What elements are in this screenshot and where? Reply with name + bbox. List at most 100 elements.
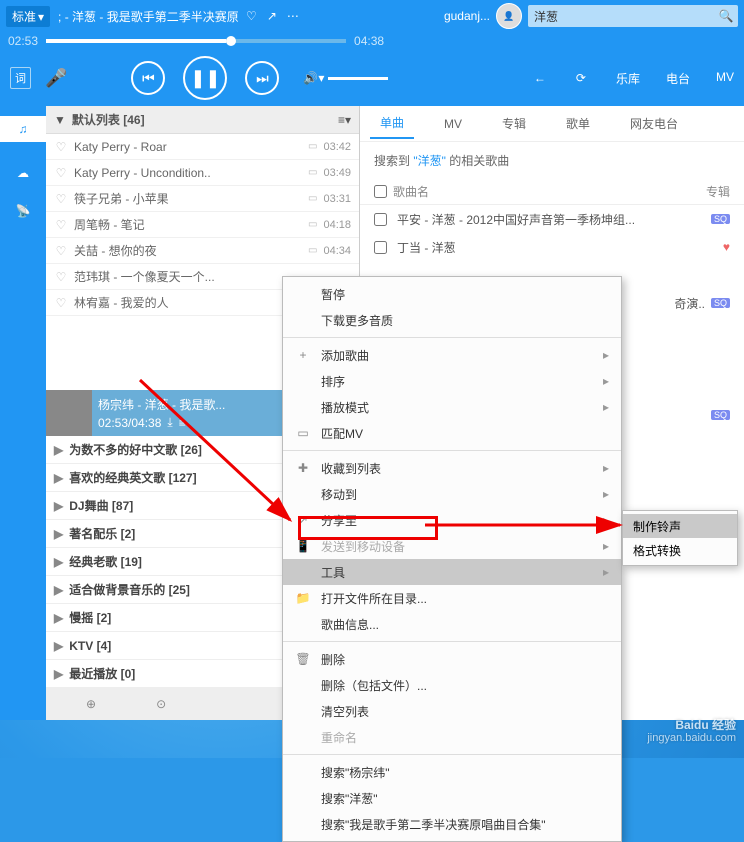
search-tab[interactable]: 歌单 [556, 109, 600, 138]
menu-item[interactable]: 播放模式▸ [283, 394, 621, 420]
left-rail: ♫ ☁ 📡 [0, 106, 46, 720]
add-playlist-icon[interactable]: ⊕ [86, 697, 96, 711]
avatar[interactable]: 👤 [496, 3, 522, 29]
result-row[interactable]: 丁当 - 洋葱♥ [374, 233, 730, 261]
rail-music-icon[interactable]: ♫ [0, 116, 46, 142]
select-all-checkbox[interactable] [374, 185, 387, 198]
karaoke-icon[interactable]: 🎤 [45, 68, 67, 89]
song-duration: 03:42 [323, 141, 351, 153]
next-button[interactable]: ⏭ [245, 61, 279, 95]
menu-item-label: 搜索"我是歌手第二季半决赛原唱曲目合集" [321, 816, 609, 833]
menu-item[interactable]: +添加歌曲▸ [283, 342, 621, 368]
menu-item-label: 添加歌曲 [321, 347, 593, 364]
menu-item[interactable]: 清空列表 [283, 698, 621, 724]
search-tab[interactable]: 网友电台 [620, 109, 688, 138]
volume-icon[interactable]: 🔊▾ [303, 71, 324, 85]
expand-icon[interactable]: ▶ [54, 443, 63, 457]
menu-item-icon: 📁 [295, 591, 311, 605]
time-total: 04:38 [354, 34, 384, 48]
mv-tag: ▭ [308, 219, 317, 230]
song-row[interactable]: ♡关喆 - 想你的夜▭04:34 [46, 238, 359, 264]
mv-tag: ▭ [308, 167, 317, 178]
submenu-item[interactable]: 格式转换 [623, 538, 737, 562]
volume-control: 🔊▾ [303, 71, 388, 85]
menu-item-label: 播放模式 [321, 399, 593, 416]
menu-item[interactable]: ✚收藏到列表▸ [283, 455, 621, 481]
song-row[interactable]: ♡周笔畅 - 笔记▭04:18 [46, 212, 359, 238]
volume-bar[interactable] [328, 77, 388, 80]
search-input[interactable] [528, 9, 714, 23]
now-playing-marquee: ; - 洋葱 - 我是歌手第二季半决赛原 [58, 8, 238, 25]
progress-bar[interactable] [46, 39, 346, 43]
username-label[interactable]: gudanj... [444, 9, 490, 23]
song-row[interactable]: ♡Katy Perry - Roar▭03:42 [46, 134, 359, 160]
menu-item[interactable]: 📁打开文件所在目录... [283, 585, 621, 611]
lyric-button[interactable]: 词 [10, 67, 31, 89]
tab-radio[interactable]: 电台 [666, 70, 690, 87]
nav-back[interactable]: ← [534, 71, 546, 85]
locate-icon[interactable]: ⊙ [156, 697, 166, 711]
fav-icon[interactable]: ♡ [54, 218, 68, 232]
menu-item[interactable]: 搜索"我是歌手第二季半决赛原唱曲目合集" [283, 811, 621, 837]
row-checkbox[interactable] [374, 213, 387, 226]
heart-icon[interactable]: ♡ [246, 9, 257, 23]
playlist-header[interactable]: ▼ 默认列表 [46] ≡▾ [46, 106, 359, 134]
share-icon[interactable]: ↗ [267, 9, 277, 23]
expand-icon[interactable]: ▶ [54, 667, 63, 681]
fav-icon[interactable]: ♡ [54, 166, 68, 180]
collapse-icon[interactable]: ▼ [54, 113, 66, 127]
prev-button[interactable]: ⏮ [131, 61, 165, 95]
pause-button[interactable]: ❚❚ [183, 56, 227, 100]
tab-mv[interactable]: MV [716, 70, 734, 87]
context-menu[interactable]: 暂停下载更多音质+添加歌曲▸排序▸播放模式▸▭匹配MV✚收藏到列表▸移动到▸↗分… [282, 276, 622, 842]
rail-radio-icon[interactable]: 📡 [16, 204, 31, 218]
result-row[interactable]: 平安 - 洋葱 - 2012中国好声音第一季杨坤组...SQ [374, 205, 730, 233]
search-tab[interactable]: MV [434, 111, 472, 137]
expand-icon[interactable]: ▶ [54, 499, 63, 513]
menu-item[interactable]: 歌曲信息... [283, 611, 621, 637]
submenu-arrow-icon: ▸ [603, 487, 609, 501]
menu-item[interactable]: 下载更多音质 [283, 307, 621, 333]
song-row[interactable]: ♡筷子兄弟 - 小苹果▭03:31 [46, 186, 359, 212]
hint-keyword: "洋葱" [413, 154, 446, 168]
expand-icon[interactable]: ▶ [54, 639, 63, 653]
expand-icon[interactable]: ▶ [54, 471, 63, 485]
menu-item[interactable]: 移动到▸ [283, 481, 621, 507]
menu-item[interactable]: 暂停 [283, 281, 621, 307]
watermark-main: Baidu 经验 [647, 719, 736, 732]
fav-icon[interactable]: ♡ [54, 270, 68, 284]
expand-icon[interactable]: ▶ [54, 555, 63, 569]
quality-button[interactable]: 标准 [6, 6, 50, 27]
submenu-label: 制作铃声 [633, 518, 681, 535]
menu-item[interactable]: 工具▸ [283, 559, 621, 585]
expand-icon[interactable]: ▶ [54, 527, 63, 541]
fav-icon[interactable]: ♡ [54, 296, 68, 310]
nav-reload[interactable]: ⟳ [576, 71, 586, 85]
hint-pre: 搜索到 [374, 154, 410, 168]
rail-cloud-icon[interactable]: ☁ [17, 166, 29, 180]
menu-item[interactable]: 删除（包括文件）... [283, 672, 621, 698]
menu-item[interactable]: 排序▸ [283, 368, 621, 394]
progress-knob[interactable] [226, 36, 236, 46]
menu-separator [283, 754, 621, 755]
row-checkbox[interactable] [374, 241, 387, 254]
fav-icon[interactable]: ♡ [54, 192, 68, 206]
search-tab[interactable]: 专辑 [492, 109, 536, 138]
song-name: Katy Perry - Roar [74, 140, 302, 154]
expand-icon[interactable]: ▶ [54, 611, 63, 625]
submenu-item[interactable]: 制作铃声 [623, 514, 737, 538]
search-icon[interactable]: 🔍 [714, 9, 738, 23]
menu-item-label: 匹配MV [321, 425, 609, 442]
song-row[interactable]: ♡Katy Perry - Uncondition..▭03:49 [46, 160, 359, 186]
tab-library[interactable]: 乐库 [616, 70, 640, 87]
fav-icon[interactable]: ♡ [54, 244, 68, 258]
playlist-menu-icon[interactable]: ≡▾ [338, 113, 351, 127]
menu-item[interactable]: ▭匹配MV [283, 420, 621, 446]
expand-icon[interactable]: ▶ [54, 583, 63, 597]
menu-item[interactable]: 🗑删除 [283, 646, 621, 672]
more-icon[interactable]: ⋯ [287, 9, 299, 23]
fav-icon[interactable]: ♡ [54, 140, 68, 154]
menu-item[interactable]: 搜索"洋葱" [283, 785, 621, 811]
menu-item[interactable]: 搜索"杨宗纬" [283, 759, 621, 785]
search-tab[interactable]: 单曲 [370, 108, 414, 139]
